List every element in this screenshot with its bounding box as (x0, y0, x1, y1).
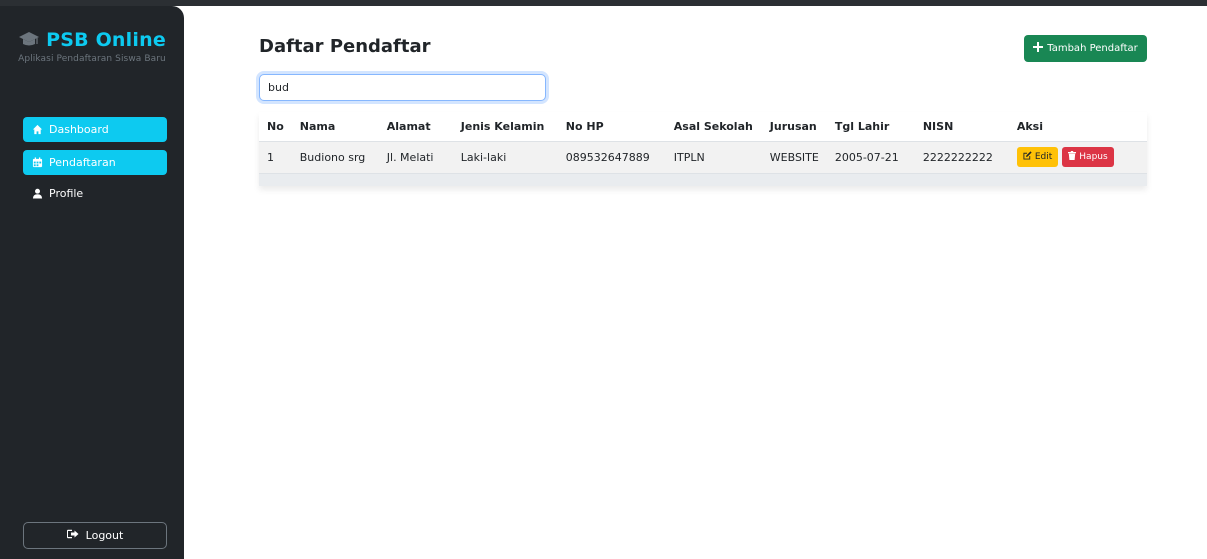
brand-subtitle: Aplikasi Pendaftaran Siswa Baru (18, 54, 166, 64)
logout-icon (66, 529, 79, 542)
user-icon (32, 188, 43, 199)
sidebar-item-pendaftaran[interactable]: Pendaftaran (23, 150, 167, 175)
cell-asal-sekolah: ITPLN (665, 141, 762, 174)
column-header: Jenis Kelamin (452, 112, 558, 142)
sidebar-item-dashboard[interactable]: Dashboard (23, 117, 167, 142)
graduation-cap-icon (18, 31, 40, 49)
brand: PSB Online Aplikasi Pendaftaran Siswa Ba… (0, 29, 184, 64)
cell-no-hp: 089532647889 (557, 141, 666, 174)
cell-jenis-kelamin: Laki-laki (452, 141, 558, 174)
column-header: Tgl Lahir (826, 112, 915, 142)
column-header: No HP (557, 112, 666, 142)
plus-icon (1033, 42, 1044, 55)
logout-button[interactable]: Logout (23, 522, 167, 549)
edit-button[interactable]: Edit (1016, 147, 1059, 167)
column-header: Jurusan (761, 112, 827, 142)
cell-nama: Budiono srg (291, 141, 379, 174)
cell-jurusan: WEBSITE (761, 141, 827, 174)
sidebar-nav: Dashboard Pendaftaran Profile (23, 117, 167, 214)
brand-title: PSB Online (46, 29, 166, 51)
add-pendaftar-button[interactable]: Tambah Pendaftar (1024, 35, 1147, 62)
search-input[interactable] (259, 74, 546, 101)
add-pendaftar-label: Tambah Pendaftar (1047, 43, 1138, 54)
cell-alamat: Jl. Melati (378, 141, 453, 174)
table-header-row: No Nama Alamat Jenis Kelamin No HP Asal … (259, 112, 1147, 142)
sidebar-item-label: Pendaftaran (49, 156, 116, 169)
column-header: Aksi (1008, 112, 1147, 142)
edit-icon (1023, 151, 1032, 163)
delete-label: Hapus (1079, 152, 1108, 162)
column-header: Nama (291, 112, 379, 142)
cell-aksi: Edit Hapus (1008, 141, 1147, 174)
edit-label: Edit (1034, 152, 1053, 162)
pendaftar-table: No Nama Alamat Jenis Kelamin No HP Asal … (259, 112, 1147, 186)
top-border (0, 0, 1207, 6)
page-title: Daftar Pendaftar (259, 36, 431, 57)
sidebar-item-label: Profile (49, 187, 84, 200)
table-row: 1 Budiono srg Jl. Melati Laki-laki 08953… (259, 141, 1147, 174)
sidebar: PSB Online Aplikasi Pendaftaran Siswa Ba… (0, 6, 184, 559)
column-header: Alamat (378, 112, 453, 142)
table-footer-bar (259, 173, 1147, 186)
column-header: Asal Sekolah (665, 112, 762, 142)
sidebar-item-label: Dashboard (49, 123, 109, 136)
cell-no: 1 (259, 141, 292, 174)
logout-label: Logout (85, 529, 124, 542)
sidebar-item-profile[interactable]: Profile (23, 181, 167, 206)
trash-icon (1068, 151, 1077, 163)
column-header: No (259, 112, 292, 142)
column-header: NISN (914, 112, 1009, 142)
calendar-icon (32, 157, 43, 168)
cell-tgl-lahir: 2005-07-21 (826, 141, 915, 174)
home-icon (32, 124, 43, 135)
delete-button[interactable]: Hapus (1062, 147, 1114, 167)
cell-nisn: 2222222222 (914, 141, 1009, 174)
